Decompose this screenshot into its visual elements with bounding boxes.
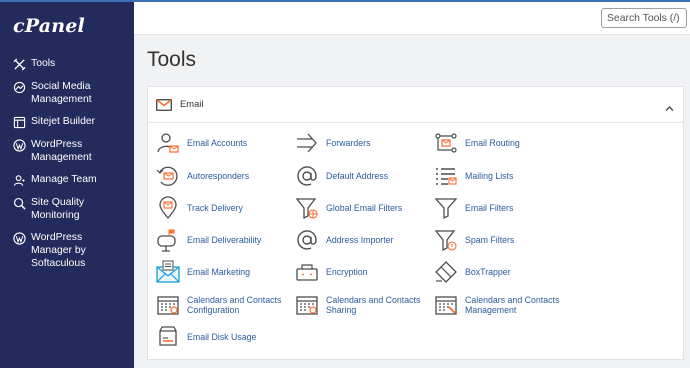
tool-label: Calendars and Contacts Sharing <box>326 294 421 316</box>
tool-label: Default Address <box>326 170 389 181</box>
tool-label: Encryption <box>326 266 368 277</box>
email-accounts-icon <box>155 131 181 155</box>
tool-label: Spam Filters <box>465 234 515 245</box>
tool-mailing-lists[interactable]: Mailing Lists <box>433 164 513 188</box>
tool-label: Mailing Lists <box>465 170 514 181</box>
sidebar-item-social-media[interactable]: Social Media Management <box>12 80 127 106</box>
tool-label: Calendars and Contacts Management <box>465 294 560 316</box>
tool-calendars-contacts-sharing[interactable]: Calendars and Contacts Sharing <box>294 293 426 317</box>
tool-forwarders[interactable]: Forwarders <box>294 131 370 155</box>
autoresponders-icon <box>155 164 181 188</box>
tool-email-accounts[interactable]: Email Accounts <box>155 131 247 155</box>
tool-email-marketing[interactable]: Email Marketing <box>155 260 250 284</box>
search-input[interactable] <box>601 8 687 28</box>
tool-label: Email Filters <box>465 202 514 213</box>
tool-label: Address Importer <box>326 234 394 245</box>
sidebar-item-wordpress-softaculous[interactable]: WordPress Manager by Softaculous <box>12 231 111 270</box>
tool-email-routing[interactable]: Email Routing <box>433 131 520 155</box>
calendar-management-icon <box>433 293 459 317</box>
default-address-icon <box>294 164 320 188</box>
tool-boxtrapper[interactable]: BoxTrapper <box>433 260 511 284</box>
tool-label: Email Deliverability <box>187 234 262 245</box>
tool-autoresponders[interactable]: Autoresponders <box>155 164 249 188</box>
email-section-panel: Email <box>147 86 684 360</box>
sidebar-item-wordpress-management[interactable]: WordPress Management <box>12 138 127 164</box>
mail-envelope-icon <box>156 98 172 116</box>
tool-calendars-contacts-management[interactable]: Calendars and Contacts Management <box>433 293 565 317</box>
tool-label: Email Disk Usage <box>187 331 257 342</box>
tool-global-email-filters[interactable]: Global Email Filters <box>294 196 402 220</box>
email-section-header[interactable]: Email <box>148 87 683 123</box>
tool-label: Email Routing <box>465 137 520 148</box>
global-email-filters-icon <box>294 196 320 220</box>
tool-email-disk-usage[interactable]: Email Disk Usage <box>155 325 256 349</box>
email-filters-icon <box>433 196 459 220</box>
email-deliverability-icon <box>155 228 181 252</box>
sidebar-item-label: Social Media Management <box>31 81 92 105</box>
sidebar-item-label: WordPress Management <box>31 139 92 163</box>
page-title: Tools <box>147 48 197 71</box>
tool-label: Email Accounts <box>187 137 248 148</box>
team-icon <box>12 173 26 187</box>
tool-label: Track Delivery <box>187 202 243 213</box>
site-quality-icon <box>12 196 26 210</box>
tool-default-address[interactable]: Default Address <box>294 164 388 188</box>
email-disk-usage-icon <box>155 325 181 349</box>
sidebar-item-site-quality[interactable]: Site Quality Monitoring <box>12 196 121 222</box>
sidebar-item-label: Site Quality Monitoring <box>31 197 85 221</box>
tool-spam-filters[interactable]: Spam Filters <box>433 228 514 252</box>
tools-icon <box>12 57 26 71</box>
email-marketing-icon <box>155 260 181 284</box>
sidebar-item-manage-team[interactable]: Manage Team <box>12 173 97 187</box>
tool-track-delivery[interactable]: Track Delivery <box>155 196 243 220</box>
sitejet-icon <box>12 115 26 129</box>
social-media-icon <box>12 80 26 94</box>
tool-encryption[interactable]: Encryption <box>294 260 368 284</box>
calendar-config-icon <box>155 293 181 317</box>
tool-label: Forwarders <box>326 137 371 148</box>
chevron-up-icon[interactable] <box>665 99 674 117</box>
sidebar-item-label: Tools <box>31 58 56 69</box>
cpanel-logo[interactable]: cPanel <box>13 15 85 37</box>
forwarders-icon <box>294 131 320 155</box>
sidebar-item-label: Sitejet Builder <box>31 116 96 127</box>
section-title: Email <box>180 98 204 109</box>
sidebar-item-label: WordPress Manager by Softaculous <box>31 232 86 269</box>
tool-label: Global Email Filters <box>326 202 403 213</box>
mailing-lists-icon <box>433 164 459 188</box>
wordpress-icon <box>12 138 26 152</box>
sidebar-item-label: Manage Team <box>31 174 97 185</box>
calendar-sharing-icon <box>294 293 320 317</box>
tool-calendars-contacts-configuration[interactable]: Calendars and Contacts Configuration <box>155 293 287 317</box>
wordpress-icon <box>12 231 26 245</box>
tool-email-deliverability[interactable]: Email Deliverability <box>155 228 261 252</box>
encryption-icon <box>294 260 320 284</box>
sidebar-item-tools[interactable]: Tools <box>12 57 55 71</box>
sidebar: cPanel Tools Social Media Management Sit… <box>0 0 134 368</box>
tool-address-importer[interactable]: Address Importer <box>294 228 393 252</box>
spam-filters-icon <box>433 228 459 252</box>
track-delivery-icon <box>155 196 181 220</box>
email-routing-icon <box>433 131 459 155</box>
boxtrapper-icon <box>433 260 459 284</box>
sidebar-item-sitejet[interactable]: Sitejet Builder <box>12 115 95 129</box>
tool-label: Calendars and Contacts Configuration <box>187 294 282 316</box>
tool-label: Email Marketing <box>187 266 251 277</box>
tool-email-filters[interactable]: Email Filters <box>433 196 513 220</box>
tool-label: Autoresponders <box>187 170 250 181</box>
tool-label: BoxTrapper <box>465 266 511 277</box>
address-importer-icon <box>294 228 320 252</box>
